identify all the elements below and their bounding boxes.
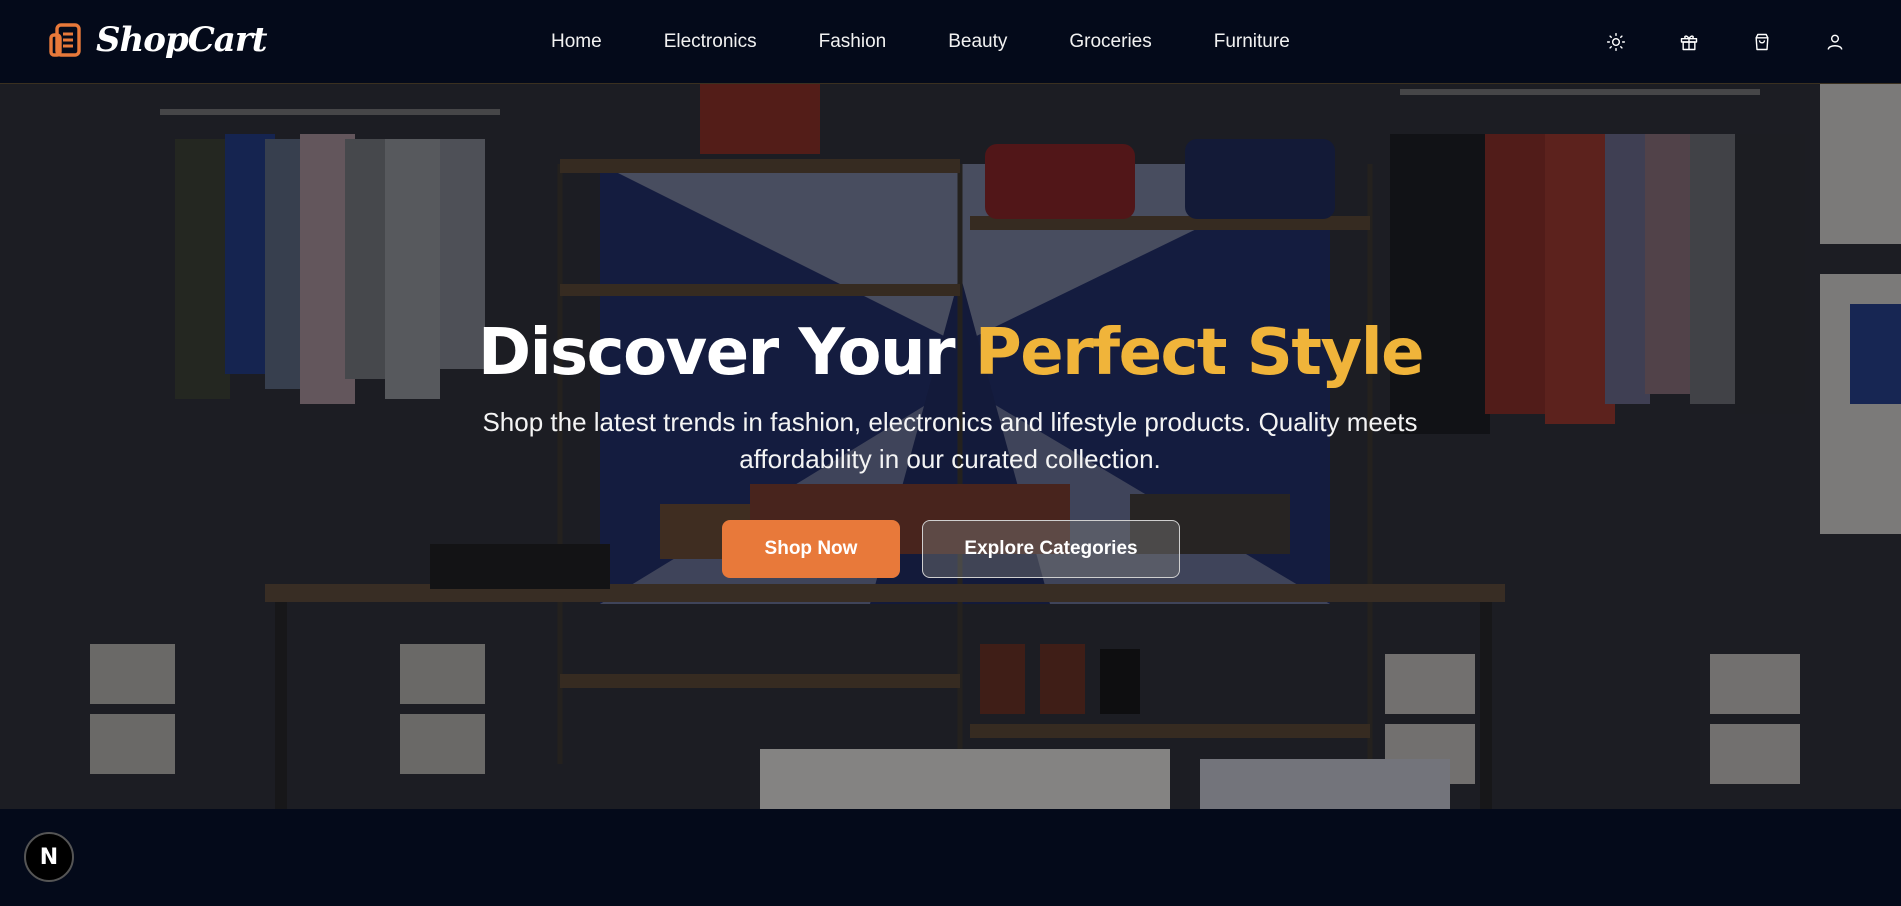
n-badge-button[interactable]: N [24, 832, 74, 882]
top-navbar: ShopCart Home Electronics Fashion Beauty… [0, 0, 1901, 84]
shopping-bag-icon[interactable] [1752, 32, 1772, 52]
page-bottom-band [0, 809, 1901, 906]
brand-name: ShopCart [96, 20, 267, 60]
nav-home[interactable]: Home [520, 31, 633, 53]
hero-cta-group: Shop Now Explore Categories [722, 520, 1180, 578]
receipt-logo-icon [49, 23, 81, 57]
header-actions [1606, 0, 1845, 84]
brand-logo[interactable]: ShopCart [48, 20, 267, 60]
nav-electronics[interactable]: Electronics [633, 31, 788, 53]
sun-icon[interactable] [1606, 32, 1626, 52]
hero-subtitle: Shop the latest trends in fashion, elect… [482, 407, 1418, 474]
nav-beauty[interactable]: Beauty [917, 31, 1038, 53]
main-nav: Home Electronics Fashion Beauty Grocerie… [520, 0, 1321, 84]
explore-categories-button[interactable]: Explore Categories [922, 520, 1180, 578]
nav-groceries[interactable]: Groceries [1038, 31, 1182, 53]
gift-icon[interactable] [1679, 32, 1699, 52]
nav-fashion[interactable]: Fashion [788, 31, 918, 53]
hero-banner: Discover Your Perfect Style Shop the lat… [0, 84, 1901, 809]
hero-title: Discover Your Perfect Style [0, 316, 1901, 390]
nav-furniture[interactable]: Furniture [1183, 31, 1321, 53]
hero-title-main: Discover Your [477, 316, 956, 390]
user-icon[interactable] [1825, 32, 1845, 52]
hero-title-accent: Perfect Style [974, 316, 1425, 390]
shop-now-button[interactable]: Shop Now [722, 520, 900, 578]
